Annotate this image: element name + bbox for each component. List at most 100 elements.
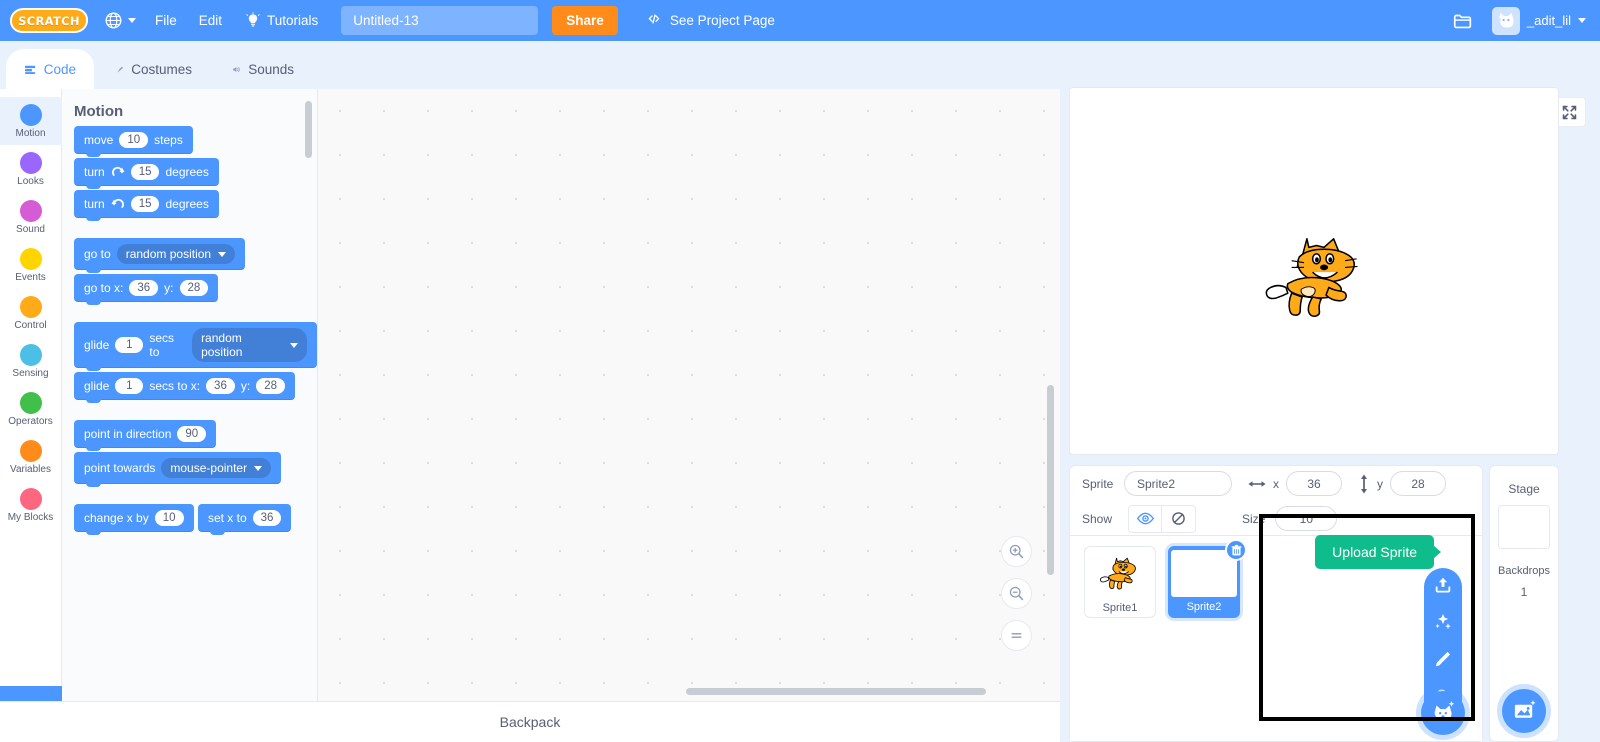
sprite-name-row: Sprite x xyxy=(1070,466,1482,501)
folder-icon[interactable] xyxy=(1452,10,1474,32)
block-dropdown-target[interactable]: random position xyxy=(116,244,236,264)
block-go-to-xy[interactable]: go to x: 36 y: 28 xyxy=(74,274,219,305)
delete-sprite-button[interactable] xyxy=(1225,539,1247,561)
scratch-cat-sprite[interactable] xyxy=(1263,226,1368,326)
stage-selector-pane[interactable]: Stage Backdrops 1 xyxy=(1489,465,1559,742)
sprite-y-input[interactable] xyxy=(1390,471,1446,496)
category-looks[interactable]: Looks xyxy=(0,145,62,193)
block-input-direction[interactable]: 90 xyxy=(177,426,207,442)
sprite-show-row: Show Size 10 xyxy=(1070,501,1482,536)
sprite-pane: Sprite x xyxy=(1069,465,1483,742)
zoom-reset-button[interactable] xyxy=(1001,620,1032,651)
category-operators[interactable]: Operators xyxy=(0,385,62,433)
sprite-card-sprite1[interactable]: Sprite1 xyxy=(1084,546,1156,618)
tab-code[interactable]: Code xyxy=(6,49,94,89)
stage-area[interactable] xyxy=(1069,87,1559,455)
block-input-degrees[interactable]: 15 xyxy=(130,196,160,212)
palette-scrollbar[interactable] xyxy=(305,101,312,158)
zoom-in-button[interactable] xyxy=(1001,536,1032,567)
show-off-button[interactable] xyxy=(1162,504,1196,533)
paint-sprite-button[interactable] xyxy=(1432,648,1454,670)
add-sprite-button[interactable] xyxy=(1421,691,1465,735)
category-my-blocks[interactable]: My Blocks xyxy=(0,481,62,529)
block-move-steps[interactable]: move 10 steps xyxy=(74,126,193,157)
block-glide-to[interactable]: glide 1 secs to random position xyxy=(74,322,317,371)
scratch-logo[interactable]: SCRATCH xyxy=(9,8,89,34)
workspace-horizontal-scrollbar[interactable] xyxy=(686,688,986,695)
account-menu[interactable]: _adit_lil xyxy=(1491,6,1586,35)
see-project-page-button[interactable]: See Project Page xyxy=(631,6,789,35)
block-label: point towards xyxy=(84,461,156,475)
category-sound[interactable]: Sound xyxy=(0,193,62,241)
category-events[interactable]: Events xyxy=(0,241,62,289)
palette-block-list: move 10 steps turn 15 degrees turn 15 de… xyxy=(62,126,317,536)
sprite-name-input[interactable] xyxy=(1124,471,1232,496)
stage-heading: Stage xyxy=(1508,482,1540,496)
tutorials-menu[interactable]: Tutorials xyxy=(233,0,329,41)
block-input-dx[interactable]: 10 xyxy=(154,510,184,526)
fullscreen-icon xyxy=(1562,105,1576,119)
block-input-y[interactable]: 28 xyxy=(256,378,285,394)
stage-thumbnail[interactable] xyxy=(1498,505,1550,549)
paint-icon xyxy=(1435,651,1451,667)
category-label: Control xyxy=(14,319,47,331)
block-set-x-to[interactable]: set x to 36 xyxy=(197,504,292,535)
block-go-to[interactable]: go to random position xyxy=(74,238,246,273)
block-label: secs to xyxy=(149,331,175,359)
surprise-sprite-button[interactable] xyxy=(1432,611,1454,633)
sprite-size-input[interactable] xyxy=(1275,506,1338,531)
tab-costumes[interactable]: Costumes xyxy=(98,49,210,89)
backpack-bar[interactable]: Backpack xyxy=(0,701,1060,742)
upload-sprite-button[interactable] xyxy=(1432,574,1454,596)
share-button[interactable]: Share xyxy=(552,6,618,35)
block-change-x-by[interactable]: change x by 10 xyxy=(74,504,194,535)
block-turn-right-degrees[interactable]: turn 15 degrees xyxy=(74,158,219,189)
block-palette[interactable]: Motion move 10 steps turn 15 degrees tur… xyxy=(62,89,318,701)
turn-left-icon xyxy=(111,198,124,208)
category-motion[interactable]: Motion xyxy=(0,97,62,145)
block-category-rail: Motion Looks Sound Events Control Sensin… xyxy=(0,89,62,701)
block-label: move xyxy=(84,133,114,147)
block-turn-left-degrees[interactable]: turn 15 degrees xyxy=(74,190,219,221)
file-menu[interactable]: File xyxy=(144,0,188,41)
block-input-x[interactable]: 36 xyxy=(252,510,282,526)
block-label: glide xyxy=(84,379,110,393)
block-input-degrees[interactable]: 15 xyxy=(130,164,160,180)
block-input-x[interactable]: 36 xyxy=(129,280,159,296)
sprite-list: Sprite1 Sprite2 Upload Sprite xyxy=(1070,535,1482,741)
category-sensing[interactable]: Sensing xyxy=(0,337,62,385)
sprite-x-input[interactable] xyxy=(1286,471,1342,496)
sprite-card-sprite2[interactable]: Sprite2 xyxy=(1168,539,1247,618)
block-input-y[interactable]: 28 xyxy=(179,280,209,296)
project-title-input[interactable] xyxy=(341,6,539,35)
block-label: y: xyxy=(240,379,251,393)
add-sprite-cat-icon xyxy=(1434,701,1455,721)
show-on-button[interactable] xyxy=(1128,504,1162,533)
category-label: Motion xyxy=(15,127,46,139)
block-input-x[interactable]: 36 xyxy=(206,378,235,394)
block-point-towards[interactable]: point towards mouse-pointer xyxy=(74,452,282,487)
block-label: glide xyxy=(84,338,110,352)
language-menu[interactable] xyxy=(88,0,144,41)
edit-menu[interactable]: Edit xyxy=(188,0,233,41)
block-dropdown-target[interactable]: random position xyxy=(192,328,307,362)
block-point-in-direction[interactable]: point in direction 90 xyxy=(74,420,217,451)
block-input-steps[interactable]: 10 xyxy=(119,132,149,148)
tutorials-menu-label: Tutorials xyxy=(267,13,319,28)
workspace-vertical-scrollbar[interactable] xyxy=(1047,385,1054,575)
block-glide-to-xy[interactable]: glide 1 secs to x: 36 y: 28 xyxy=(74,372,295,403)
sprite-info-panel: Sprite x xyxy=(1070,466,1482,536)
lightbulb-icon xyxy=(246,11,260,26)
block-input-secs[interactable]: 1 xyxy=(115,337,144,353)
category-control[interactable]: Control xyxy=(0,289,62,337)
category-variables[interactable]: Variables xyxy=(0,433,62,481)
paintbrush-icon xyxy=(117,66,124,72)
block-dropdown-target[interactable]: mouse-pointer xyxy=(161,458,272,478)
zoom-out-button[interactable] xyxy=(1001,578,1032,609)
code-workspace[interactable] xyxy=(318,89,1060,701)
category-dot-icon xyxy=(19,295,42,318)
block-input-secs[interactable]: 1 xyxy=(115,378,144,394)
dropdown-value: mouse-pointer xyxy=(170,461,248,475)
add-backdrop-button[interactable] xyxy=(1502,689,1546,733)
tab-sounds[interactable]: Sounds xyxy=(214,49,312,89)
